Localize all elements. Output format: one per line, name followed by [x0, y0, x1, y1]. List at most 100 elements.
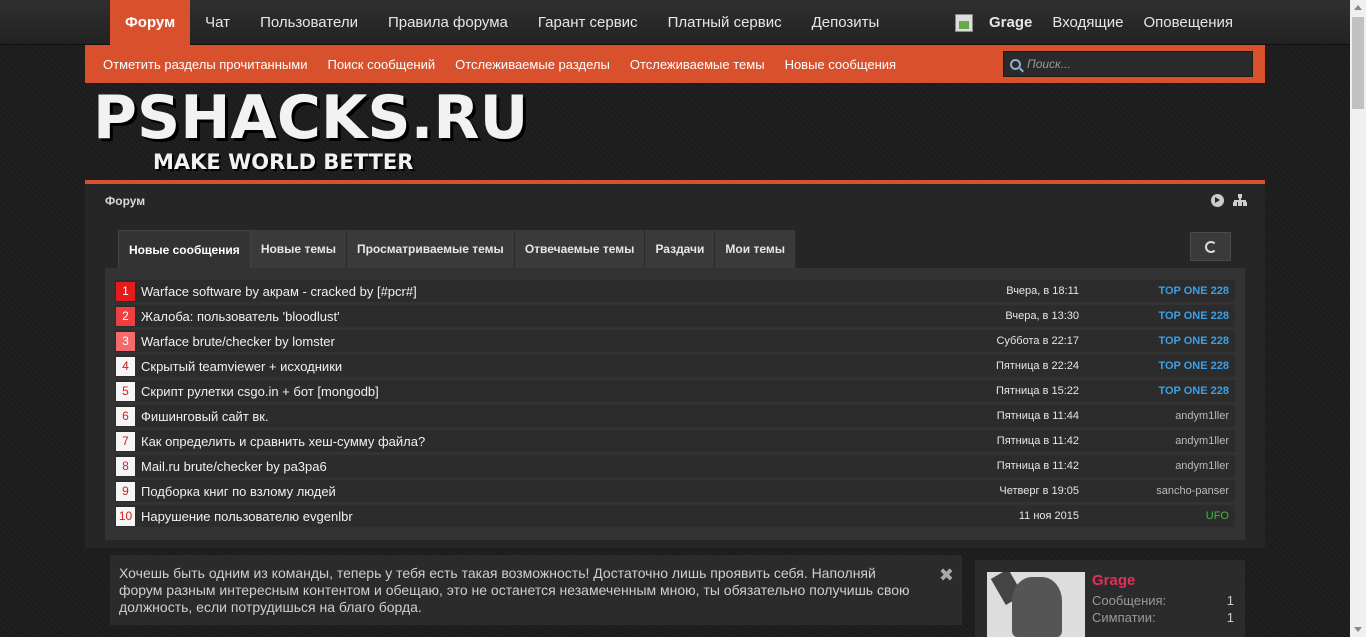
thread-title-link[interactable]: Подборка книг по взлому людей — [141, 484, 841, 499]
page-scrollbar[interactable] — [1350, 0, 1366, 637]
thread-date[interactable]: Суббота в 22:17 — [935, 335, 1079, 347]
thread-date[interactable]: Пятница в 11:44 — [935, 410, 1079, 422]
username-link[interactable]: Grage — [989, 14, 1032, 31]
thread-tab[interactable]: Отвечаемые темы — [514, 230, 646, 268]
new-posts-panel: Новые сообщения Новые темы Просматриваемые… — [85, 218, 1265, 548]
thread-user-link[interactable]: andym1ller — [1109, 410, 1229, 422]
thread-list: 1 Warface software by акрам - cracked by … — [105, 268, 1245, 540]
thread-date[interactable]: Вчера, в 13:30 — [935, 310, 1079, 322]
scroll-up-icon[interactable] — [1354, 5, 1362, 10]
table-row: 10 Нарушение пользователю evgenlbr 11 ноя … — [115, 505, 1235, 527]
subnav-link[interactable]: Новые сообщения — [785, 57, 897, 72]
rank-badge: 1 — [116, 281, 135, 301]
top-navbar: Форум Чат Пользователи Правила форума Гарант… — [0, 0, 1350, 45]
inbox-link[interactable]: Входящие — [1052, 14, 1123, 31]
thread-tab[interactable]: Мои темы — [715, 230, 796, 268]
notice-box: Хочешь быть одним из команды, теперь у т… — [110, 555, 962, 625]
subnav-link[interactable]: Поиск сообщений — [327, 57, 435, 72]
table-row: 9 Подборка книг по взлому людей Четверг в … — [115, 480, 1235, 502]
thread-title-link[interactable]: Mail.ru brute/checker by pa3pa6 — [141, 459, 841, 474]
thread-title-link[interactable]: Скрытый teamviewer + исходники — [141, 359, 841, 374]
thread-date[interactable]: Вчера, в 18:11 — [935, 285, 1079, 297]
thread-user-link[interactable]: UFO — [1109, 510, 1229, 522]
search-box[interactable] — [1003, 51, 1253, 77]
scroll-down-icon[interactable] — [1354, 627, 1362, 632]
nav-tab[interactable]: Гарант сервис — [523, 0, 653, 45]
user-nav: Grage Входящие Оповещения — [955, 0, 1253, 45]
avatar[interactable] — [987, 572, 1085, 637]
logo-title: PSHACKS.RU — [93, 83, 529, 153]
likes-stat: Симпатии: 1 — [1092, 610, 1234, 625]
sub-nav-links: Отметить разделы прочитанными Поиск сообщ… — [85, 57, 898, 72]
nav-tab[interactable]: Правила форума — [373, 0, 523, 45]
search-input[interactable] — [1027, 57, 1227, 71]
logo-subtitle: MAKE WORLD BETTER — [153, 150, 414, 174]
thread-user-link[interactable]: TOP ONE 228 — [1109, 310, 1229, 322]
nav-tab[interactable]: Пользователи — [245, 0, 373, 45]
subnav-link[interactable]: Отслеживаемые разделы — [455, 57, 610, 72]
thread-title-link[interactable]: Нарушение пользователю evgenlbr — [141, 509, 841, 524]
rank-badge: 9 — [116, 481, 135, 501]
thread-title-link[interactable]: Как определить и сравнить хеш-сумму файл… — [141, 434, 841, 449]
rank-badge: 8 — [116, 456, 135, 476]
rank-badge: 6 — [116, 406, 135, 426]
thread-title-link[interactable]: Жалоба: пользователь 'bloodlust' — [141, 309, 841, 324]
thread-tab[interactable]: Новые сообщения — [118, 230, 251, 268]
thread-date[interactable]: Пятница в 15:22 — [935, 385, 1079, 397]
thread-date[interactable]: 11 ноя 2015 — [935, 510, 1079, 522]
thread-date[interactable]: Пятница в 11:42 — [935, 460, 1079, 472]
thread-user-link[interactable]: TOP ONE 228 — [1109, 335, 1229, 347]
thread-date[interactable]: Четверг в 19:05 — [935, 485, 1079, 497]
rank-badge: 10 — [116, 506, 135, 526]
notice-text: Хочешь быть одним из команды, теперь у т… — [119, 565, 910, 615]
thread-tab[interactable]: Новые темы — [250, 230, 347, 268]
search-icon — [1010, 58, 1021, 70]
thread-tab[interactable]: Просматриваемые темы — [346, 230, 515, 268]
thread-date[interactable]: Пятница в 11:42 — [935, 435, 1079, 447]
thread-user-link[interactable]: sancho-panser — [1109, 485, 1229, 497]
sitemap-icon[interactable] — [1233, 194, 1247, 207]
subnav-link[interactable]: Отметить разделы прочитанными — [103, 57, 307, 72]
jump-arrow-icon[interactable] — [1211, 194, 1224, 207]
rank-badge: 5 — [116, 381, 135, 401]
rank-badge: 7 — [116, 431, 135, 451]
rank-badge: 3 — [116, 331, 135, 351]
thread-user-link[interactable]: TOP ONE 228 — [1109, 360, 1229, 372]
rank-badge: 4 — [116, 356, 135, 376]
thread-tabs: Новые сообщения Новые темы Просматриваемые… — [118, 230, 796, 268]
nav-tab[interactable]: Депозиты — [797, 0, 895, 45]
thread-tab[interactable]: Раздачи — [645, 230, 716, 268]
subnav-link[interactable]: Отслеживаемые темы — [630, 57, 765, 72]
thread-user-link[interactable]: TOP ONE 228 — [1109, 285, 1229, 297]
nav-tab[interactable]: Форум — [110, 0, 191, 45]
sidebar-username[interactable]: Grage — [1092, 572, 1135, 589]
thread-title-link[interactable]: Warface software by акрам - cracked by [… — [141, 284, 841, 299]
thread-date[interactable]: Пятница в 22:24 — [935, 360, 1079, 372]
nav-tab[interactable]: Платный сервис — [653, 0, 797, 45]
table-row: 8 Mail.ru brute/checker by pa3pa6 Пятница … — [115, 455, 1235, 477]
scroll-thumb[interactable] — [1352, 17, 1364, 109]
alerts-link[interactable]: Оповещения — [1143, 14, 1233, 31]
table-row: 5 Скрипт рулетки csgo.in + бот [mongodb] П… — [115, 380, 1235, 402]
breadcrumb-forum[interactable]: Форум — [105, 194, 145, 208]
refresh-icon — [1204, 240, 1217, 253]
main-nav: Форум Чат Пользователи Правила форума Гарант… — [110, 0, 894, 45]
refresh-button[interactable] — [1190, 232, 1231, 261]
table-row: 4 Скрытый teamviewer + исходники Пятница в… — [115, 355, 1235, 377]
user-avatar-icon[interactable] — [955, 13, 973, 32]
thread-user-link[interactable]: TOP ONE 228 — [1109, 385, 1229, 397]
close-icon[interactable]: ✖ — [939, 566, 954, 584]
nav-tab[interactable]: Чат — [190, 0, 245, 45]
table-row: 2 Жалоба: пользователь 'bloodlust' Вчера, … — [115, 305, 1235, 327]
thread-title-link[interactable]: Фишинговый сайт вк. — [141, 409, 841, 424]
table-row: 7 Как определить и сравнить хеш-сумму фай… — [115, 430, 1235, 452]
messages-stat: Сообщения: 1 — [1092, 593, 1234, 608]
thread-user-link[interactable]: andym1ller — [1109, 460, 1229, 472]
thread-title-link[interactable]: Warface brute/checker by lomster — [141, 334, 841, 349]
site-logo[interactable]: PSHACKS.RU MAKE WORLD BETTER — [85, 83, 1265, 180]
table-row: 6 Фишинговый сайт вк. Пятница в 11:44 andym… — [115, 405, 1235, 427]
thread-user-link[interactable]: andym1ller — [1109, 435, 1229, 447]
thread-title-link[interactable]: Скрипт рулетки csgo.in + бот [mongodb] — [141, 384, 841, 399]
rank-badge: 2 — [116, 306, 135, 326]
user-sidebar-box: Grage Сообщения: 1 Симпатии: 1 — [975, 560, 1245, 637]
